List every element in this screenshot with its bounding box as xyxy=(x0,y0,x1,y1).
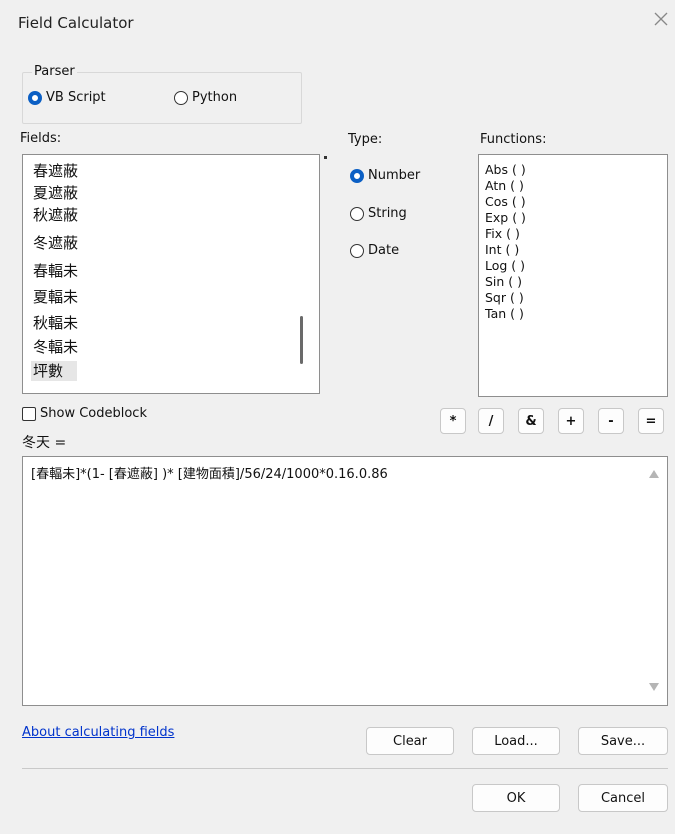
scroll-up-icon[interactable] xyxy=(649,467,659,482)
type-date-label: Date xyxy=(368,243,400,258)
show-codeblock-checkbox[interactable]: Show Codeblock xyxy=(22,406,147,421)
list-item-selected[interactable]: 坪數 xyxy=(31,361,78,381)
operator-plus-button[interactable]: + xyxy=(558,408,584,434)
ok-button[interactable]: OK xyxy=(472,784,560,812)
list-item[interactable]: Int ( ) xyxy=(485,243,519,257)
list-item[interactable]: Sin ( ) xyxy=(485,275,522,289)
save-button[interactable]: Save... xyxy=(578,727,668,755)
list-item[interactable]: 夏輻未 xyxy=(33,287,78,307)
list-item[interactable]: Atn ( ) xyxy=(485,179,524,193)
operator-multiply-button[interactable]: * xyxy=(440,408,466,434)
show-codeblock-label: Show Codeblock xyxy=(40,406,147,421)
scroll-arrow-marker xyxy=(324,156,327,159)
type-string-radio[interactable]: String xyxy=(350,206,407,221)
list-item[interactable]: 秋遮蔽 xyxy=(33,205,78,225)
cancel-button[interactable]: Cancel xyxy=(578,784,668,812)
fields-list[interactable]: 春遮蔽 夏遮蔽 秋遮蔽 冬遮蔽 春輻未 夏輻未 秋輻未 冬輻未 坪數 xyxy=(22,154,320,394)
list-item[interactable]: Tan ( ) xyxy=(485,307,524,321)
list-item[interactable]: 春遮蔽 xyxy=(33,161,78,181)
functions-list[interactable]: Abs ( ) Atn ( ) Cos ( ) Exp ( ) Fix ( ) … xyxy=(478,154,668,397)
radio-selected-icon xyxy=(28,90,42,105)
operator-equals-button[interactable]: = xyxy=(638,408,664,434)
list-item[interactable]: 冬輻未 xyxy=(33,337,78,357)
load-button[interactable]: Load... xyxy=(472,727,560,755)
list-item[interactable]: Abs ( ) xyxy=(485,163,526,177)
operator-divide-button[interactable]: / xyxy=(478,408,504,434)
close-icon xyxy=(654,12,668,26)
parser-python-radio[interactable]: Python xyxy=(174,90,237,105)
scroll-down-icon[interactable] xyxy=(649,680,659,695)
type-label: Type: xyxy=(348,132,383,147)
list-item[interactable]: Sqr ( ) xyxy=(485,291,524,305)
type-string-label: String xyxy=(368,206,407,221)
radio-selected-icon xyxy=(350,168,364,183)
list-item[interactable]: 春輻未 xyxy=(33,261,78,281)
type-date-radio[interactable]: Date xyxy=(350,243,399,258)
list-item[interactable]: 夏遮蔽 xyxy=(33,183,78,203)
list-item[interactable]: 冬遮蔽 xyxy=(33,233,78,253)
fields-scrollbar-thumb[interactable] xyxy=(300,316,303,364)
parser-legend: Parser xyxy=(32,64,77,79)
parser-vbscript-label: VB Script xyxy=(46,90,106,105)
radio-unselected-icon xyxy=(174,90,188,105)
expression-label: 冬天 = xyxy=(22,435,67,451)
type-number-radio[interactable]: Number xyxy=(350,168,420,183)
operator-minus-button[interactable]: - xyxy=(598,408,624,434)
parser-python-label: Python xyxy=(192,90,238,105)
parser-vbscript-radio[interactable]: VB Script xyxy=(28,90,106,105)
functions-label: Functions: xyxy=(480,132,547,147)
list-item[interactable]: Cos ( ) xyxy=(485,195,526,209)
close-button[interactable] xyxy=(652,10,670,28)
list-item[interactable]: Log ( ) xyxy=(485,259,525,273)
list-item[interactable]: Fix ( ) xyxy=(485,227,520,241)
about-calculating-fields-link[interactable]: About calculating fields xyxy=(22,725,174,740)
type-number-label: Number xyxy=(368,168,421,183)
operator-ampersand-button[interactable]: & xyxy=(518,408,544,434)
list-item[interactable]: Exp ( ) xyxy=(485,211,526,225)
expression-text: [春輻未]*(1- [春遮蔽] )* [建物面積]/56/24/1000*0.1… xyxy=(31,467,388,482)
list-item[interactable]: 秋輻未 xyxy=(33,313,78,333)
clear-button[interactable]: Clear xyxy=(366,727,454,755)
expression-textarea[interactable]: [春輻未]*(1- [春遮蔽] )* [建物面積]/56/24/1000*0.1… xyxy=(22,456,668,706)
radio-unselected-icon xyxy=(350,243,364,258)
separator xyxy=(22,768,668,769)
checkbox-unchecked-icon xyxy=(22,406,36,421)
window-title: Field Calculator xyxy=(18,14,134,32)
radio-unselected-icon xyxy=(350,206,364,221)
fields-label: Fields: xyxy=(20,131,62,146)
